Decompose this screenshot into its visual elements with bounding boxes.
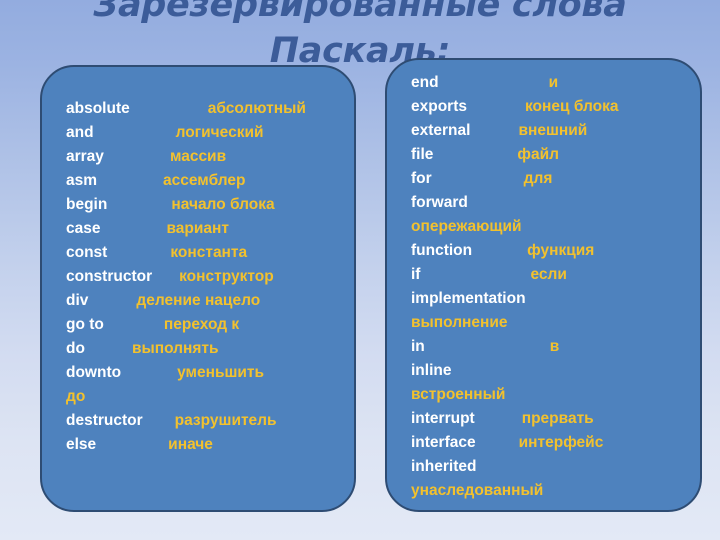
keyword-translation: деление нацело bbox=[136, 292, 261, 309]
word-row: div деление нацело bbox=[42, 289, 354, 313]
keyword-translation: уменьшить bbox=[177, 364, 265, 381]
pascal-keyword: in bbox=[411, 338, 425, 355]
word-row: implementation bbox=[387, 287, 700, 311]
pascal-keyword: file bbox=[411, 146, 434, 163]
pascal-keyword: constructor bbox=[66, 268, 153, 285]
word-row: file файл bbox=[387, 143, 700, 167]
word-row: опережающий bbox=[387, 215, 700, 239]
pascal-keyword: interface bbox=[411, 434, 476, 451]
pascal-keyword: begin bbox=[66, 196, 108, 213]
pascal-keyword: external bbox=[411, 122, 471, 139]
word-list-right: end и exports конец блока external внешний fil… bbox=[387, 60, 700, 503]
pascal-keyword: implementation bbox=[411, 290, 526, 307]
keyword-translation: выполнение bbox=[411, 314, 508, 331]
word-row: встроенный bbox=[387, 383, 700, 407]
pascal-keyword: div bbox=[66, 292, 89, 309]
keyword-translation: иначе bbox=[168, 436, 213, 453]
keyword-translation: абсолютный bbox=[207, 100, 306, 117]
word-row: absolute абсолютный bbox=[42, 97, 354, 121]
keyword-translation: константа bbox=[170, 244, 248, 261]
word-row: destructor разрушитель bbox=[42, 409, 354, 433]
word-row: end и bbox=[387, 71, 700, 95]
word-row: interface интерфейс bbox=[387, 431, 700, 455]
word-row: do выполнять bbox=[42, 337, 354, 361]
word-row: asm ассемблер bbox=[42, 169, 354, 193]
keyword-translation: опережающий bbox=[411, 218, 522, 235]
keyword-translation: разрушитель bbox=[174, 412, 277, 429]
keyword-translation: если bbox=[530, 266, 567, 283]
word-row: case вариант bbox=[42, 217, 354, 241]
word-row: inline bbox=[387, 359, 700, 383]
keyword-translation: для bbox=[523, 170, 553, 187]
word-row: exports конец блока bbox=[387, 95, 700, 119]
pascal-keyword: if bbox=[411, 266, 421, 283]
pascal-keyword: do bbox=[66, 340, 85, 357]
pascal-keyword: inline bbox=[411, 362, 452, 379]
keyword-translation: до bbox=[66, 388, 86, 405]
pascal-keyword: exports bbox=[411, 98, 467, 115]
keyword-translation: вариант bbox=[166, 220, 229, 237]
keyword-translation: внешний bbox=[518, 122, 588, 139]
keyword-translation: интерфейс bbox=[518, 434, 604, 451]
word-row: function функция bbox=[387, 239, 700, 263]
pascal-keyword: else bbox=[66, 436, 97, 453]
pascal-keyword: absolute bbox=[66, 100, 130, 117]
word-row: else иначе bbox=[42, 433, 354, 457]
word-row: in в bbox=[387, 335, 700, 359]
word-row: for для bbox=[387, 167, 700, 191]
keyword-translation: функция bbox=[527, 242, 595, 259]
keyword-translation: выполнять bbox=[131, 340, 219, 357]
word-row: выполнение bbox=[387, 311, 700, 335]
reserved-words-panel-left: absolute абсолютный and логический array масс… bbox=[40, 65, 356, 512]
keyword-translation: конструктор bbox=[179, 268, 274, 285]
word-row: унаследованный bbox=[387, 479, 700, 503]
word-row: if если bbox=[387, 263, 700, 287]
word-row: constructor конструктор bbox=[42, 265, 354, 289]
keyword-translation: файл bbox=[517, 146, 559, 163]
word-row: interrupt прервать bbox=[387, 407, 700, 431]
keyword-translation: унаследованный bbox=[411, 482, 544, 499]
pascal-keyword: case bbox=[66, 220, 101, 237]
word-row: до bbox=[42, 385, 354, 409]
keyword-translation: конец блока bbox=[525, 98, 619, 115]
keyword-translation: прервать bbox=[521, 410, 594, 427]
pascal-keyword: and bbox=[66, 124, 94, 141]
slide-canvas: Зарезервированные слова Паскаль: absolut… bbox=[0, 0, 720, 540]
word-row: and логический bbox=[42, 121, 354, 145]
pascal-keyword: function bbox=[411, 242, 473, 259]
pascal-keyword: destructor bbox=[66, 412, 143, 429]
word-row: go to переход к bbox=[42, 313, 354, 337]
word-list-left: absolute абсолютный and логический array масс… bbox=[42, 67, 354, 457]
word-row: external внешний bbox=[387, 119, 700, 143]
pascal-keyword: interrupt bbox=[411, 410, 475, 427]
pascal-keyword: for bbox=[411, 170, 432, 187]
pascal-keyword: array bbox=[66, 148, 104, 165]
word-row: forward bbox=[387, 191, 700, 215]
pascal-keyword: inherited bbox=[411, 458, 477, 475]
word-row: const константа bbox=[42, 241, 354, 265]
keyword-translation: ассемблер bbox=[163, 172, 246, 189]
word-row: array массив bbox=[42, 145, 354, 169]
word-row: begin начало блока bbox=[42, 193, 354, 217]
keyword-translation: массив bbox=[169, 148, 227, 165]
pascal-keyword: const bbox=[66, 244, 108, 261]
keyword-translation: и bbox=[548, 74, 559, 91]
pascal-keyword: asm bbox=[66, 172, 98, 189]
keyword-translation: в bbox=[549, 338, 560, 355]
keyword-translation: встроенный bbox=[411, 386, 506, 403]
pascal-keyword: end bbox=[411, 74, 439, 91]
pascal-keyword: downto bbox=[66, 364, 122, 381]
pascal-keyword: go to bbox=[66, 316, 104, 333]
reserved-words-panel-right: end и exports конец блока external внешний fil… bbox=[385, 58, 702, 512]
keyword-translation: начало блока bbox=[171, 196, 275, 213]
pascal-keyword: forward bbox=[411, 194, 468, 211]
keyword-translation: логический bbox=[175, 124, 264, 141]
keyword-translation: переход к bbox=[163, 316, 240, 333]
word-row: downto уменьшить bbox=[42, 361, 354, 385]
word-row: inherited bbox=[387, 455, 700, 479]
